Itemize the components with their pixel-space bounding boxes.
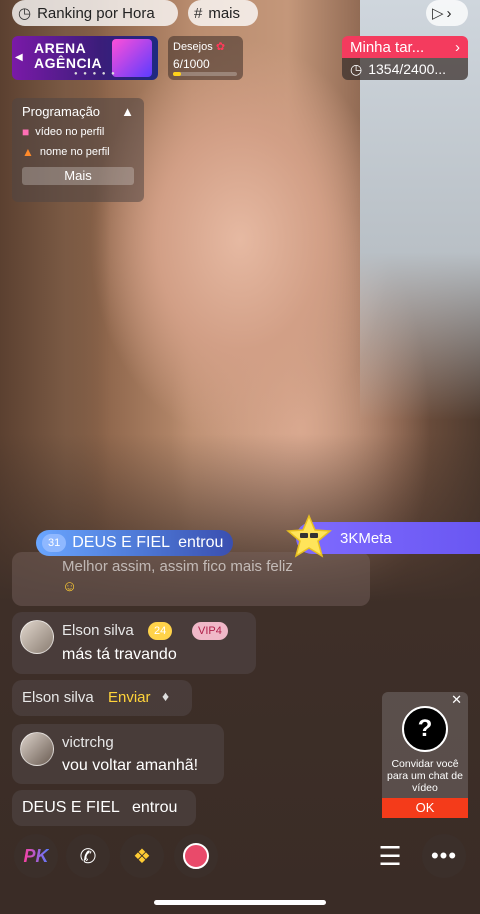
collapse-caret-icon[interactable]: ▲ [121,104,134,119]
level-badge: 24 [148,622,173,640]
vip-value: VIP4 [198,625,222,637]
star-mascot-icon [286,514,332,558]
tag-label: mais [208,4,241,22]
schedule-title: Programação [22,104,101,119]
mic-button[interactable] [174,834,218,878]
level-value: 31 [48,537,61,549]
arena-title: ARENA AGÊNCIA [34,41,102,71]
carousel-dots: ● ● ● ● ● [74,71,117,77]
joined-user-name: DEUS E FIEL [72,534,171,551]
joined-action: entrou [178,534,224,551]
vip-badge: VIP4 [192,622,228,640]
ranking-button[interactable]: ◷ Ranking por Hora [12,0,178,26]
more-button[interactable]: Mais [22,167,134,185]
chat-gift-message[interactable]: Elson silva Enviar ♦ [12,680,192,716]
wishes-progress-bar [173,72,237,76]
schedule-item-label: nome no perfil [39,146,110,158]
wishes-value: 6/1000 [173,57,210,71]
more-dots-icon: ••• [430,843,458,868]
faded-message-text: Melhor assim, assim fico mais feliz [62,558,293,575]
menu-button[interactable]: ☰ [368,834,412,878]
chevron-left-icon: ◀ [15,52,23,63]
pk-label: PK [23,845,49,866]
video-call-button[interactable]: ✆ [66,834,110,878]
chat-user-name[interactable]: Elson silva [22,689,94,706]
chat-message[interactable]: victrchg vou voltar amanhã! [12,724,224,784]
chat-action: Enviar [108,689,151,706]
fire-icon: ▲ [22,145,34,159]
chat-message-text: más tá travando [62,646,177,663]
tag-button[interactable]: # mais [188,0,258,26]
close-icon[interactable]: ✕ [451,693,462,706]
hamburger-icon: ☰ [378,840,402,871]
more-options-button[interactable]: ••• [422,834,466,878]
arena-agencia-banner[interactable]: ◀ ARENA AGÊNCIA ● ● ● ● ● [12,36,158,80]
schedule-panel: Programação ▲ ■ vídeo no perfil ▲ nome n… [12,98,144,202]
video-chat-invite[interactable]: ✕ ? Convidar você para um chat de vídeo … [382,692,468,818]
arena-title-line1: ARENA [34,40,87,56]
my-task-widget[interactable]: Minha tar... › ◷ 1354/2400... [342,36,468,80]
rose-icon: ✿ [215,41,226,53]
video-call-icon: ✆ [79,845,97,868]
drop-icon [183,843,209,869]
gift-button[interactable]: ❖ [120,834,164,878]
home-indicator [154,900,326,905]
clock-icon: ◷ [18,5,32,22]
chat-joined-message: DEUS E FIEL entrou [12,790,196,826]
laughing-emoji-icon: ☺ [62,578,78,595]
chat-user-name[interactable]: victrchg [62,734,114,751]
level-value: 24 [154,625,167,637]
avatar[interactable] [20,620,54,654]
avatar[interactable] [20,732,54,766]
chat-message[interactable]: Elson silva 24 VIP4 más tá travando [12,612,256,674]
ranking-label: Ranking por Hora [37,4,155,22]
schedule-item: ■ vídeo no perfil [22,125,134,139]
my-task-label: Minha tar... [350,38,425,56]
arena-title-line2: AGÊNCIA [34,55,103,71]
chat-action: entrou [132,799,178,816]
mystery-gift-icon: ❖ [133,845,151,868]
wishes-widget[interactable]: Desejos ✿ 6/1000 [168,36,243,80]
trophy-icon [112,39,152,77]
pk-button[interactable]: PK [14,834,58,878]
replay-button[interactable]: ▷ › [426,0,468,26]
wishes-label: Desejos [173,41,213,53]
invite-ok-button[interactable]: OK [382,798,468,818]
schedule-item: ▲ nome no perfil [22,145,134,159]
gift-icon: ♦ [162,688,170,704]
clock-icon: ◷ [350,60,363,77]
hashtag-icon: # [194,4,203,22]
chevron-right-icon: › [446,4,452,22]
chat-user-name[interactable]: Elson silva [62,622,134,639]
my-task-count: 1354/2400... [368,61,447,77]
faded-chat-message: Melhor assim, assim fico mais feliz ☺ [12,552,370,606]
play-box-icon: ▷ [432,5,444,22]
user-joined-banner: 31 DEUS E FIEL entrou [36,530,234,556]
invite-text: Convidar você para um chat de vídeo [387,758,463,794]
chat-message-text: vou voltar amanhã! [62,757,199,774]
gift-box-icon: ■ [22,125,30,139]
meta-label: 3KMeta [340,529,392,547]
wishes-progress-fill [173,72,181,76]
level-badge: 31 [42,534,67,552]
question-mark-icon: ? [402,706,448,752]
chat-user-name: DEUS E FIEL [22,799,120,816]
schedule-item-label: vídeo no perfil [35,126,105,138]
chevron-right-icon: › [455,38,460,56]
